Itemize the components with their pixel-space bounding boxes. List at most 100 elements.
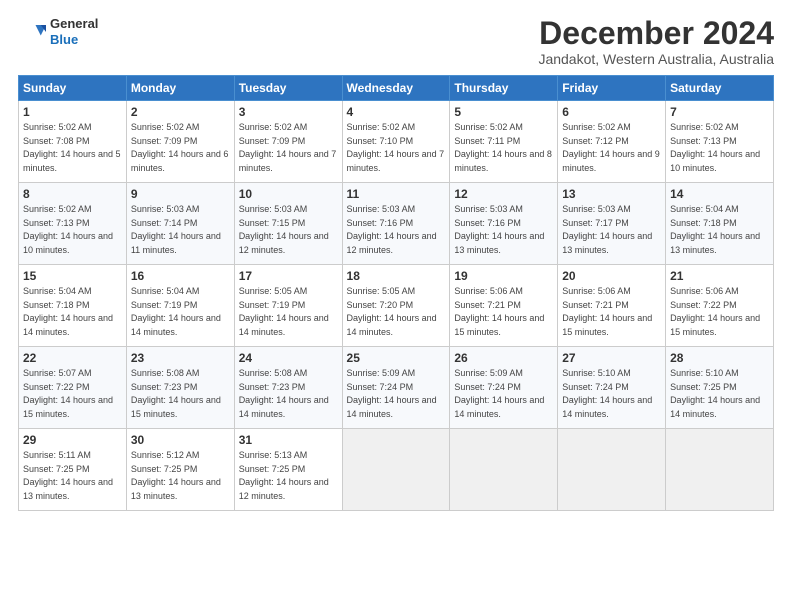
day-number: 2 bbox=[131, 105, 230, 119]
calendar-cell: 25 Sunrise: 5:09 AM Sunset: 7:24 PM Dayl… bbox=[342, 347, 450, 429]
calendar-cell: 28 Sunrise: 5:10 AM Sunset: 7:25 PM Dayl… bbox=[666, 347, 774, 429]
day-number: 21 bbox=[670, 269, 769, 283]
day-info: Sunrise: 5:02 AM Sunset: 7:08 PM Dayligh… bbox=[23, 121, 122, 175]
col-thursday: Thursday bbox=[450, 76, 558, 101]
logo: General Blue bbox=[18, 16, 98, 47]
day-number: 20 bbox=[562, 269, 661, 283]
calendar-week-1: 1 Sunrise: 5:02 AM Sunset: 7:08 PM Dayli… bbox=[19, 101, 774, 183]
calendar-week-2: 8 Sunrise: 5:02 AM Sunset: 7:13 PM Dayli… bbox=[19, 183, 774, 265]
calendar-cell: 31 Sunrise: 5:13 AM Sunset: 7:25 PM Dayl… bbox=[234, 429, 342, 511]
day-info: Sunrise: 5:10 AM Sunset: 7:25 PM Dayligh… bbox=[670, 367, 769, 421]
calendar-cell: 21 Sunrise: 5:06 AM Sunset: 7:22 PM Dayl… bbox=[666, 265, 774, 347]
day-number: 7 bbox=[670, 105, 769, 119]
title-section: December 2024 Jandakot, Western Australi… bbox=[538, 16, 774, 67]
calendar-cell: 4 Sunrise: 5:02 AM Sunset: 7:10 PM Dayli… bbox=[342, 101, 450, 183]
calendar-cell: 26 Sunrise: 5:09 AM Sunset: 7:24 PM Dayl… bbox=[450, 347, 558, 429]
day-number: 22 bbox=[23, 351, 122, 365]
col-saturday: Saturday bbox=[666, 76, 774, 101]
calendar-cell: 22 Sunrise: 5:07 AM Sunset: 7:22 PM Dayl… bbox=[19, 347, 127, 429]
calendar-cell: 23 Sunrise: 5:08 AM Sunset: 7:23 PM Dayl… bbox=[126, 347, 234, 429]
calendar-week-3: 15 Sunrise: 5:04 AM Sunset: 7:18 PM Dayl… bbox=[19, 265, 774, 347]
calendar-cell: 13 Sunrise: 5:03 AM Sunset: 7:17 PM Dayl… bbox=[558, 183, 666, 265]
day-number: 11 bbox=[347, 187, 446, 201]
calendar-cell: 10 Sunrise: 5:03 AM Sunset: 7:15 PM Dayl… bbox=[234, 183, 342, 265]
calendar-cell: 20 Sunrise: 5:06 AM Sunset: 7:21 PM Dayl… bbox=[558, 265, 666, 347]
day-info: Sunrise: 5:04 AM Sunset: 7:18 PM Dayligh… bbox=[23, 285, 122, 339]
day-info: Sunrise: 5:05 AM Sunset: 7:19 PM Dayligh… bbox=[239, 285, 338, 339]
day-info: Sunrise: 5:03 AM Sunset: 7:16 PM Dayligh… bbox=[454, 203, 553, 257]
calendar-week-5: 29 Sunrise: 5:11 AM Sunset: 7:25 PM Dayl… bbox=[19, 429, 774, 511]
header-section: General Blue December 2024 Jandakot, Wes… bbox=[18, 16, 774, 67]
calendar-cell: 19 Sunrise: 5:06 AM Sunset: 7:21 PM Dayl… bbox=[450, 265, 558, 347]
location-title: Jandakot, Western Australia, Australia bbox=[538, 51, 774, 67]
calendar-cell: 18 Sunrise: 5:05 AM Sunset: 7:20 PM Dayl… bbox=[342, 265, 450, 347]
day-info: Sunrise: 5:02 AM Sunset: 7:12 PM Dayligh… bbox=[562, 121, 661, 175]
calendar-cell bbox=[342, 429, 450, 511]
day-number: 3 bbox=[239, 105, 338, 119]
calendar-cell: 6 Sunrise: 5:02 AM Sunset: 7:12 PM Dayli… bbox=[558, 101, 666, 183]
day-number: 28 bbox=[670, 351, 769, 365]
day-info: Sunrise: 5:09 AM Sunset: 7:24 PM Dayligh… bbox=[454, 367, 553, 421]
day-number: 17 bbox=[239, 269, 338, 283]
logo-general: General bbox=[50, 16, 98, 32]
calendar-cell: 9 Sunrise: 5:03 AM Sunset: 7:14 PM Dayli… bbox=[126, 183, 234, 265]
logo-icon bbox=[18, 18, 46, 46]
day-info: Sunrise: 5:06 AM Sunset: 7:21 PM Dayligh… bbox=[562, 285, 661, 339]
day-number: 19 bbox=[454, 269, 553, 283]
day-info: Sunrise: 5:02 AM Sunset: 7:13 PM Dayligh… bbox=[670, 121, 769, 175]
page: General Blue December 2024 Jandakot, Wes… bbox=[0, 0, 792, 612]
calendar-cell: 1 Sunrise: 5:02 AM Sunset: 7:08 PM Dayli… bbox=[19, 101, 127, 183]
day-info: Sunrise: 5:07 AM Sunset: 7:22 PM Dayligh… bbox=[23, 367, 122, 421]
day-info: Sunrise: 5:06 AM Sunset: 7:21 PM Dayligh… bbox=[454, 285, 553, 339]
day-number: 12 bbox=[454, 187, 553, 201]
day-number: 8 bbox=[23, 187, 122, 201]
day-number: 15 bbox=[23, 269, 122, 283]
col-monday: Monday bbox=[126, 76, 234, 101]
day-number: 13 bbox=[562, 187, 661, 201]
logo-blue: Blue bbox=[50, 32, 98, 48]
calendar-cell bbox=[558, 429, 666, 511]
calendar-cell bbox=[666, 429, 774, 511]
day-info: Sunrise: 5:08 AM Sunset: 7:23 PM Dayligh… bbox=[131, 367, 230, 421]
day-number: 5 bbox=[454, 105, 553, 119]
day-number: 27 bbox=[562, 351, 661, 365]
col-sunday: Sunday bbox=[19, 76, 127, 101]
calendar-cell: 17 Sunrise: 5:05 AM Sunset: 7:19 PM Dayl… bbox=[234, 265, 342, 347]
day-info: Sunrise: 5:03 AM Sunset: 7:14 PM Dayligh… bbox=[131, 203, 230, 257]
day-info: Sunrise: 5:04 AM Sunset: 7:19 PM Dayligh… bbox=[131, 285, 230, 339]
day-number: 10 bbox=[239, 187, 338, 201]
day-info: Sunrise: 5:02 AM Sunset: 7:13 PM Dayligh… bbox=[23, 203, 122, 257]
day-number: 18 bbox=[347, 269, 446, 283]
calendar-cell: 7 Sunrise: 5:02 AM Sunset: 7:13 PM Dayli… bbox=[666, 101, 774, 183]
day-info: Sunrise: 5:13 AM Sunset: 7:25 PM Dayligh… bbox=[239, 449, 338, 503]
day-info: Sunrise: 5:02 AM Sunset: 7:10 PM Dayligh… bbox=[347, 121, 446, 175]
calendar-cell: 29 Sunrise: 5:11 AM Sunset: 7:25 PM Dayl… bbox=[19, 429, 127, 511]
calendar-cell: 3 Sunrise: 5:02 AM Sunset: 7:09 PM Dayli… bbox=[234, 101, 342, 183]
calendar-cell: 15 Sunrise: 5:04 AM Sunset: 7:18 PM Dayl… bbox=[19, 265, 127, 347]
day-info: Sunrise: 5:03 AM Sunset: 7:17 PM Dayligh… bbox=[562, 203, 661, 257]
day-info: Sunrise: 5:03 AM Sunset: 7:15 PM Dayligh… bbox=[239, 203, 338, 257]
day-number: 29 bbox=[23, 433, 122, 447]
calendar-cell: 14 Sunrise: 5:04 AM Sunset: 7:18 PM Dayl… bbox=[666, 183, 774, 265]
calendar-table: Sunday Monday Tuesday Wednesday Thursday… bbox=[18, 75, 774, 511]
day-number: 31 bbox=[239, 433, 338, 447]
day-info: Sunrise: 5:12 AM Sunset: 7:25 PM Dayligh… bbox=[131, 449, 230, 503]
col-friday: Friday bbox=[558, 76, 666, 101]
calendar-cell bbox=[450, 429, 558, 511]
calendar-cell: 24 Sunrise: 5:08 AM Sunset: 7:23 PM Dayl… bbox=[234, 347, 342, 429]
col-wednesday: Wednesday bbox=[342, 76, 450, 101]
month-title: December 2024 bbox=[538, 16, 774, 51]
day-number: 23 bbox=[131, 351, 230, 365]
day-info: Sunrise: 5:06 AM Sunset: 7:22 PM Dayligh… bbox=[670, 285, 769, 339]
day-info: Sunrise: 5:02 AM Sunset: 7:11 PM Dayligh… bbox=[454, 121, 553, 175]
calendar-cell: 11 Sunrise: 5:03 AM Sunset: 7:16 PM Dayl… bbox=[342, 183, 450, 265]
day-info: Sunrise: 5:05 AM Sunset: 7:20 PM Dayligh… bbox=[347, 285, 446, 339]
calendar-cell: 16 Sunrise: 5:04 AM Sunset: 7:19 PM Dayl… bbox=[126, 265, 234, 347]
calendar-cell: 2 Sunrise: 5:02 AM Sunset: 7:09 PM Dayli… bbox=[126, 101, 234, 183]
day-info: Sunrise: 5:04 AM Sunset: 7:18 PM Dayligh… bbox=[670, 203, 769, 257]
calendar-header-row: Sunday Monday Tuesday Wednesday Thursday… bbox=[19, 76, 774, 101]
day-number: 16 bbox=[131, 269, 230, 283]
calendar-cell: 12 Sunrise: 5:03 AM Sunset: 7:16 PM Dayl… bbox=[450, 183, 558, 265]
day-number: 6 bbox=[562, 105, 661, 119]
day-number: 9 bbox=[131, 187, 230, 201]
